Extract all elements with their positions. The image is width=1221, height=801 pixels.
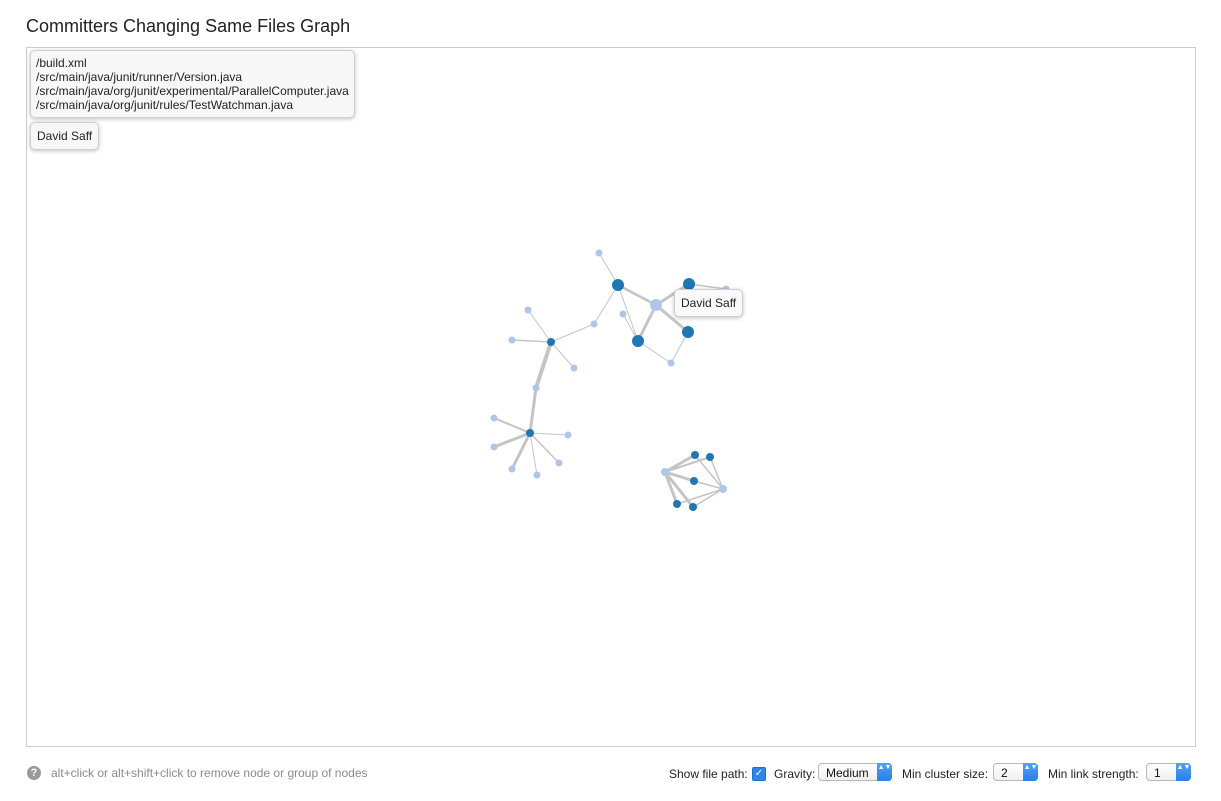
graph-link — [709, 456, 724, 490]
graph-link — [528, 387, 538, 434]
file-path-line: /src/main/java/junit/runner/Version.java — [36, 70, 243, 84]
graph-link — [550, 341, 575, 369]
select-arrows-icon: ▲▼ — [1023, 763, 1038, 781]
graph-link — [663, 471, 679, 505]
file-node[interactable] — [590, 320, 598, 328]
file-path-tooltip: /build.xml /src/main/java/junit/runner/V… — [30, 50, 355, 118]
committer-node[interactable] — [632, 335, 644, 347]
committer-node[interactable] — [691, 451, 699, 459]
file-node[interactable] — [524, 306, 532, 314]
file-node[interactable] — [667, 359, 675, 367]
select-arrows-icon: ▲▼ — [877, 763, 892, 781]
file-node[interactable] — [508, 336, 516, 344]
graph-link — [493, 417, 531, 434]
file-node[interactable] — [719, 485, 727, 493]
author-tooltip-hover: David Saff — [674, 289, 744, 317]
file-node[interactable] — [555, 459, 563, 467]
graph-link — [693, 480, 724, 490]
graph-panel[interactable]: /build.xml /src/main/java/junit/runner/V… — [26, 47, 1196, 747]
graph-link — [511, 339, 552, 343]
graph-link — [593, 284, 619, 325]
min-link-strength-label: Min link strength: — [1048, 767, 1139, 781]
min-cluster-size-value: 2 — [1001, 766, 1008, 780]
committer-node[interactable] — [706, 453, 714, 461]
min-cluster-size-label: Min cluster size: — [902, 767, 989, 781]
committer-node[interactable] — [547, 338, 555, 346]
committer-node[interactable] — [673, 500, 681, 508]
committer-node[interactable] — [682, 326, 694, 338]
file-node[interactable] — [661, 468, 669, 476]
file-node[interactable] — [490, 414, 498, 422]
file-node[interactable] — [490, 443, 498, 451]
graph-link — [550, 323, 595, 343]
gravity-select[interactable]: Medium ▲▼ — [818, 763, 892, 781]
file-path-line: /build.xml — [36, 56, 87, 70]
file-path-line: /src/main/java/org/junit/experimental/Pa… — [36, 84, 349, 98]
gravity-select-value: Medium — [826, 766, 869, 780]
file-node[interactable] — [570, 364, 578, 372]
file-node[interactable] — [532, 384, 540, 392]
show-file-path-label: Show file path: — [669, 767, 748, 781]
select-arrows-icon: ▲▼ — [1176, 763, 1191, 781]
file-path-line: /src/main/java/org/junit/rules/TestWatch… — [36, 98, 293, 112]
graph-link — [534, 341, 553, 389]
committer-node[interactable] — [612, 279, 624, 291]
file-node[interactable] — [650, 299, 662, 311]
min-link-strength-value: 1 — [1154, 766, 1161, 780]
min-cluster-size-select[interactable]: 2 ▲▼ — [993, 763, 1038, 781]
gravity-label: Gravity: — [774, 767, 816, 781]
graph-link — [529, 432, 569, 436]
graph-link — [636, 304, 658, 342]
file-node[interactable] — [619, 310, 627, 318]
file-node[interactable] — [595, 249, 603, 257]
file-node[interactable] — [564, 431, 572, 439]
author-tooltip-pinned: David Saff — [30, 122, 100, 150]
controls-footer: ? alt+click or alt+shift+click to remove… — [0, 757, 1221, 791]
min-link-strength-select[interactable]: 1 ▲▼ — [1146, 763, 1191, 781]
file-node[interactable] — [533, 471, 541, 479]
question-circle-icon[interactable]: ? — [27, 766, 41, 780]
committer-node[interactable] — [689, 503, 697, 511]
page-title: Committers Changing Same Files Graph — [26, 16, 351, 36]
file-node[interactable] — [508, 465, 516, 473]
hint-text: alt+click or alt+shift+click to remove n… — [51, 766, 368, 780]
graph-link — [527, 309, 552, 343]
graph-canvas[interactable] — [27, 48, 1195, 746]
show-file-path-checkbox[interactable]: ✓ — [752, 767, 766, 781]
committer-node[interactable] — [526, 429, 534, 437]
committer-node[interactable] — [690, 477, 698, 485]
